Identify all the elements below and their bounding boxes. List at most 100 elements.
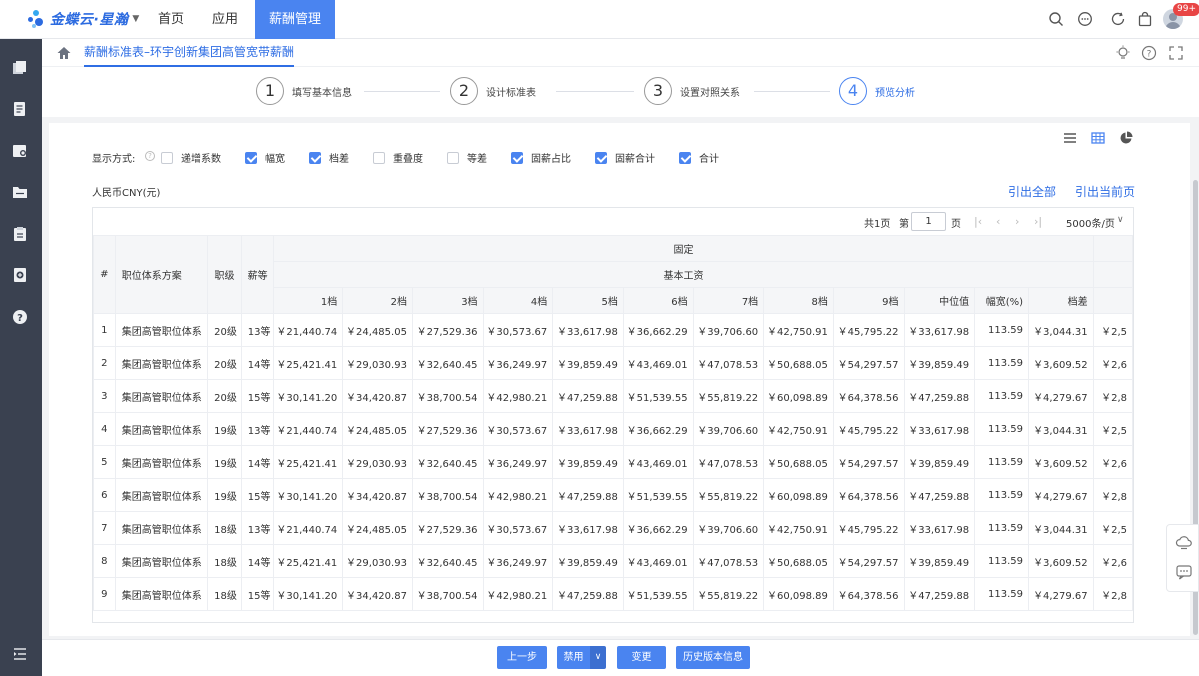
table-cell: ￥39,859.49 xyxy=(552,445,624,479)
action-bar: 上一步 禁用 ∨ 变更 历史版本信息 xyxy=(42,639,1199,676)
table-cell: ￥50,688.05 xyxy=(763,445,834,479)
previous-step-button[interactable]: 上一步 xyxy=(497,646,547,669)
table-cell: ￥50,688.05 xyxy=(763,346,834,380)
list-view-icon[interactable] xyxy=(1063,131,1077,145)
change-button[interactable]: 变更 xyxy=(617,646,666,669)
checkbox-range-width[interactable]: 幅宽 xyxy=(245,150,285,165)
step-3[interactable]: 3 设置对照关系 xyxy=(644,77,740,105)
column-header xyxy=(1092,261,1133,288)
table-row[interactable]: 2 集团高管职位体系 20级 14等 ￥25,421.41 ￥29,030.93 ￥32,6… xyxy=(93,346,1133,380)
help-circle-icon[interactable]: ? xyxy=(1141,45,1157,61)
checkbox[interactable] xyxy=(309,151,321,164)
lightbulb-icon[interactable] xyxy=(1115,45,1131,61)
checkbox-overlap[interactable]: 重叠度 xyxy=(373,150,423,165)
fullscreen-icon[interactable] xyxy=(1168,45,1184,61)
message-icon[interactable] xyxy=(1077,11,1093,27)
checkbox[interactable] xyxy=(245,151,257,164)
export-all-link[interactable]: 引出全部 xyxy=(1008,183,1056,200)
home-icon[interactable] xyxy=(56,45,72,61)
table-row[interactable]: 9 集团高管职位体系 18级 15等 ￥30,141.20 ￥34,420.87 ￥38,7… xyxy=(93,577,1133,611)
checkbox-increment-coefficient[interactable]: 递增系数 xyxy=(161,150,221,165)
app-logo[interactable]: 金蝶云·星瀚 ▼ xyxy=(28,9,139,29)
document-list-icon[interactable] xyxy=(12,101,28,117)
checkbox-step-difference[interactable]: 档差 xyxy=(309,150,349,165)
table-cell: 113.59 xyxy=(974,346,1030,380)
nav-salary-management[interactable]: 薪酬管理 xyxy=(255,0,335,39)
table-cell: ￥32,640.45 xyxy=(411,346,484,380)
checkbox-label: 固薪占比 xyxy=(531,154,571,165)
checkbox[interactable] xyxy=(447,151,459,164)
checkbox-arithmetic[interactable]: 等差 xyxy=(447,150,487,165)
chat-icon[interactable] xyxy=(1175,563,1193,581)
pages-icon[interactable] xyxy=(12,60,28,76)
pagination: 共1页 第 1 页 |‹ ‹ › ›| 5000条/页 ∨ xyxy=(93,208,1133,235)
wizard-steps: 1 填写基本信息 2 设计标准表 3 设置对照关系 4 预览分析 xyxy=(42,67,1199,117)
help-icon[interactable]: ? xyxy=(12,309,28,325)
table-row[interactable]: 3 集团高管职位体系 20级 15等 ￥30,141.20 ￥34,420.87 ￥38,7… xyxy=(93,379,1133,413)
clipboard-icon[interactable] xyxy=(12,226,28,242)
help-icon[interactable]: ? xyxy=(145,151,155,161)
checkbox[interactable] xyxy=(595,151,607,164)
page-size-select[interactable]: 5000条/页 xyxy=(1066,215,1115,230)
table-row[interactable]: 7 集团高管职位体系 18级 13等 ￥21,440.74 ￥24,485.05 ￥27,5… xyxy=(93,511,1133,545)
checkbox-fixed-ratio[interactable]: 固薪占比 xyxy=(511,150,571,165)
last-page-icon[interactable]: ›| xyxy=(1034,215,1042,228)
table-cell: ￥33,617.98 xyxy=(903,412,976,446)
cloud-icon[interactable] xyxy=(1175,533,1193,551)
table-row[interactable]: 6 集团高管职位体系 19级 15等 ￥30,141.20 ￥34,420.87 ￥38,7… xyxy=(93,478,1133,512)
first-page-icon[interactable]: |‹ xyxy=(974,215,982,228)
settings-panel-icon[interactable] xyxy=(12,143,28,159)
next-page-icon[interactable]: › xyxy=(1015,215,1019,228)
chevron-down-icon[interactable]: ∨ xyxy=(590,646,606,669)
checkbox-label: 固薪合计 xyxy=(615,154,655,165)
checkbox[interactable] xyxy=(679,151,691,164)
add-document-icon[interactable] xyxy=(12,267,28,283)
table-cell: ￥3,609.52 xyxy=(1028,544,1094,578)
export-current-page-link[interactable]: 引出当前页 xyxy=(1075,183,1135,200)
step-label: 设计标准表 xyxy=(486,87,536,99)
prev-page-icon[interactable]: ‹ xyxy=(996,215,1000,228)
collapse-menu-icon[interactable] xyxy=(12,646,28,662)
chevron-down-icon[interactable]: ∨ xyxy=(1117,215,1124,225)
nav-apps[interactable]: 应用 xyxy=(200,0,250,39)
table-view-icon[interactable] xyxy=(1091,131,1105,145)
nav-home[interactable]: 首页 xyxy=(146,0,196,39)
refresh-icon[interactable] xyxy=(1110,11,1126,27)
table-row[interactable]: 4 集团高管职位体系 19级 13等 ￥21,440.74 ￥24,485.05 ￥27,5… xyxy=(93,412,1133,446)
search-icon[interactable] xyxy=(1048,11,1064,27)
group-header-base-salary: 基本工资 xyxy=(273,261,1094,288)
table-cell: ￥42,980.21 xyxy=(482,478,554,512)
table-cell: ￥47,078.53 xyxy=(692,544,765,578)
step-4[interactable]: 4 预览分析 xyxy=(839,77,915,105)
column-header: 职位体系方案 xyxy=(114,235,209,314)
table-cell: ￥36,249.97 xyxy=(482,445,554,479)
pie-chart-icon[interactable] xyxy=(1119,131,1133,145)
table-row[interactable]: 5 集团高管职位体系 19级 14等 ￥25,421.41 ￥29,030.93 ￥32,6… xyxy=(93,445,1133,479)
table-cell: ￥51,539.55 xyxy=(622,379,694,413)
table-cell: ￥50,688.05 xyxy=(763,544,834,578)
checkbox[interactable] xyxy=(511,151,523,164)
table-row[interactable]: 8 集团高管职位体系 18级 14等 ￥25,421.41 ￥29,030.93 ￥32,6… xyxy=(93,544,1133,578)
table-cell: 8 xyxy=(93,544,116,578)
tab-salary-standard[interactable]: 薪酬标准表–环宇创新集团高管宽带薪酬 xyxy=(84,39,295,67)
checkbox-total[interactable]: 合计 xyxy=(679,150,719,165)
bag-icon[interactable] xyxy=(1137,11,1153,27)
folder-icon[interactable] xyxy=(12,184,28,200)
table-cell: 集团高管职位体系 xyxy=(114,313,209,347)
table-cell: 15等 xyxy=(240,478,275,512)
history-version-button[interactable]: 历史版本信息 xyxy=(676,646,750,669)
table-cell: ￥2,8 xyxy=(1092,478,1133,512)
breadcrumb: 薪酬标准表–环宇创新集团高管宽带薪酬 ? xyxy=(42,39,1199,67)
checkbox[interactable] xyxy=(161,151,173,164)
table-cell: ￥4,279.67 xyxy=(1028,478,1094,512)
table-row[interactable]: 1 集团高管职位体系 20级 13等 ￥21,440.74 ￥24,485.05 ￥27,5… xyxy=(93,313,1133,347)
step-1[interactable]: 1 填写基本信息 xyxy=(256,77,352,105)
disable-button[interactable]: 禁用 xyxy=(557,646,590,669)
table-cell: ￥45,795.22 xyxy=(832,313,905,347)
step-2[interactable]: 2 设计标准表 xyxy=(450,77,536,105)
checkbox-fixed-total[interactable]: 固薪合计 xyxy=(595,150,655,165)
checkbox[interactable] xyxy=(373,151,385,164)
page-number-input[interactable]: 1 xyxy=(911,212,946,231)
table-cell: ￥39,859.49 xyxy=(552,346,624,380)
table-cell: 集团高管职位体系 xyxy=(114,511,209,545)
